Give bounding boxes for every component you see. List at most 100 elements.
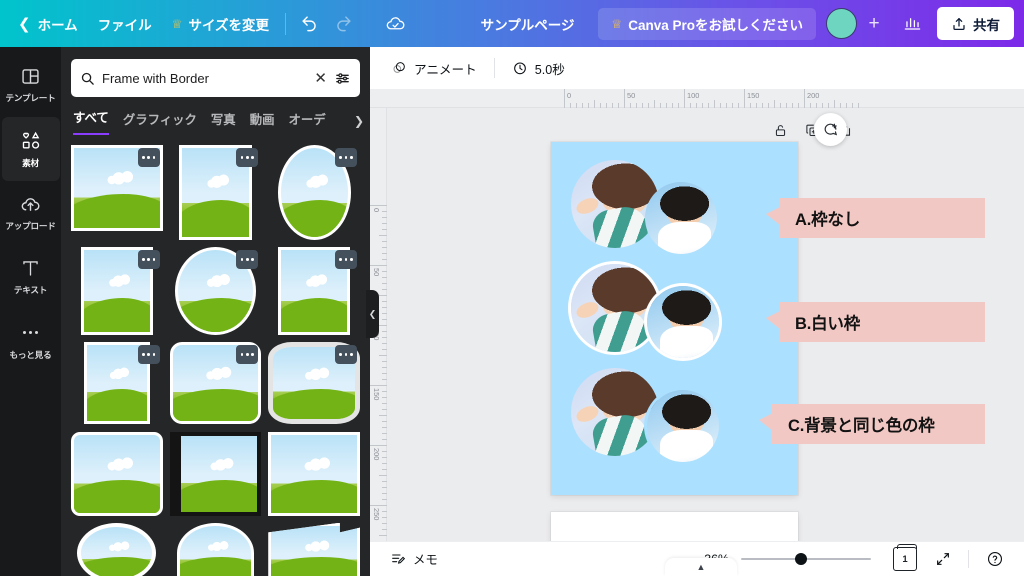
analytics-button[interactable]: [895, 7, 929, 41]
invite-members-button[interactable]: +: [859, 9, 889, 39]
photo-frame-c-boy[interactable]: [647, 390, 719, 462]
result-item[interactable]: [71, 145, 163, 240]
add-comment-button[interactable]: [814, 113, 847, 146]
toolbar-divider: [968, 550, 969, 568]
canvas-scroll-area[interactable]: A.枠なし B.白い枠 C.背景と同じ色の枠 ▲: [387, 108, 1024, 576]
design-page[interactable]: A.枠なし B.白い枠 C.背景と同じ色の枠: [551, 142, 985, 495]
ruler-tick-label: 50: [372, 268, 381, 277]
callout-c-label: C.背景と同じ色の枠: [788, 417, 935, 435]
more-dots-icon[interactable]: [334, 148, 357, 167]
result-item[interactable]: [170, 522, 262, 576]
ruler-minor-mark: [714, 100, 715, 108]
tab-photos[interactable]: 写真: [211, 110, 236, 135]
ruler-tick-label: 200: [372, 448, 381, 461]
collapse-pages-button[interactable]: ▲: [665, 558, 737, 576]
tab-all[interactable]: すべて: [73, 108, 109, 135]
close-icon[interactable]: ✕: [314, 71, 327, 86]
share-label: 共有: [973, 17, 1000, 33]
ruler-minor-mark: [379, 235, 387, 236]
share-upload-icon: [953, 17, 965, 30]
ruler-tick-label: 50: [627, 91, 636, 100]
more-dots-icon[interactable]: [137, 345, 160, 365]
sidebar-item-templates[interactable]: テンプレート: [2, 53, 60, 117]
undo-button[interactable]: [292, 7, 326, 41]
help-button[interactable]: [978, 546, 1012, 573]
duration-label: 5.0秒: [534, 62, 565, 77]
tab-videos[interactable]: 動画: [250, 110, 275, 135]
animate-button[interactable]: アニメート: [382, 53, 486, 83]
panel-collapse-button[interactable]: ❮: [366, 290, 379, 338]
photo-frame-a-girl[interactable]: [571, 160, 659, 248]
template-icon: [22, 69, 39, 84]
sidebar-label-more: もっと見る: [9, 349, 52, 360]
result-item[interactable]: [268, 522, 360, 576]
notes-button[interactable]: メモ: [382, 546, 446, 573]
more-dots-icon[interactable]: [137, 250, 160, 270]
ruler-minor-mark: [774, 100, 775, 108]
callout-c[interactable]: C.背景と同じ色の枠: [759, 404, 985, 444]
lock-page-button[interactable]: [768, 118, 792, 142]
panel-tabs: すべて グラフィック 写真 動画 オーディオ ❯: [61, 97, 370, 135]
ruler-minor-mark: [379, 475, 387, 476]
redo-button[interactable]: [326, 7, 360, 41]
duration-button[interactable]: 5.0秒: [503, 53, 574, 83]
search-input[interactable]: Frame with Border: [102, 71, 307, 86]
document-title[interactable]: サンプルページ: [471, 14, 585, 34]
result-item[interactable]: [268, 342, 360, 425]
more-dots-icon[interactable]: [334, 345, 357, 365]
photo-frame-a-boy[interactable]: [645, 182, 717, 254]
sidebar-item-more[interactable]: もっと見る: [2, 309, 60, 373]
share-button[interactable]: 共有: [937, 7, 1014, 40]
more-dots-icon[interactable]: [236, 250, 259, 270]
result-item[interactable]: [71, 522, 163, 576]
horizontal-ruler[interactable]: 0 50 100 150 200: [370, 89, 1024, 108]
chevron-up-icon: ▲: [696, 562, 706, 572]
photo-frame-c-girl[interactable]: [571, 368, 659, 456]
callout-b[interactable]: B.白い枠: [766, 302, 985, 342]
result-item[interactable]: [268, 247, 360, 336]
more-dots-icon[interactable]: [236, 148, 259, 167]
vertical-ruler[interactable]: 050100150200250300: [370, 108, 387, 576]
try-canva-pro-button[interactable]: ♕ Canva Proをお試しください: [598, 7, 816, 40]
result-item[interactable]: [169, 342, 262, 425]
cloud-saved-button[interactable]: [378, 7, 412, 41]
chevron-left-icon: ❮: [368, 308, 377, 319]
callout-a[interactable]: A.枠なし: [766, 198, 985, 238]
avatar[interactable]: [826, 8, 857, 39]
tab-audio[interactable]: オーディオ: [288, 110, 326, 135]
result-item[interactable]: [170, 145, 262, 240]
more-dots-icon[interactable]: [334, 250, 357, 270]
photo-frame-b-girl[interactable]: [571, 264, 659, 352]
ruler-major-mark: [370, 265, 387, 266]
file-menu-button[interactable]: ファイル: [88, 8, 162, 40]
fullscreen-button[interactable]: [927, 546, 959, 573]
result-item[interactable]: [170, 247, 262, 336]
sidebar-item-elements[interactable]: 素材: [1, 117, 60, 181]
more-dots-icon[interactable]: [236, 345, 259, 365]
more-dots-icon[interactable]: [137, 148, 160, 167]
ruler-major-mark: [564, 89, 565, 108]
sidebar-item-uploads[interactable]: アップロード: [2, 181, 60, 245]
pro-label: Canva Proをお試しください: [628, 17, 803, 33]
expand-icon: [937, 553, 949, 565]
sidebar-item-text[interactable]: テキスト: [2, 245, 60, 309]
resize-button[interactable]: ♕ サイズを変更: [162, 8, 279, 40]
chevron-right-icon[interactable]: ❯: [354, 114, 364, 128]
crown-icon: ♕: [611, 16, 623, 31]
tab-graphics[interactable]: グラフィック: [123, 110, 197, 135]
zoom-slider[interactable]: [741, 552, 871, 566]
more-dots-icon: [22, 322, 39, 344]
result-item[interactable]: [71, 431, 163, 516]
search-box[interactable]: Frame with Border ✕: [71, 59, 360, 97]
zoom-slider-knob[interactable]: [795, 553, 807, 565]
photo-frame-b-boy[interactable]: [647, 286, 719, 358]
home-button[interactable]: ❮ ホーム: [8, 8, 88, 40]
result-item[interactable]: [71, 247, 163, 336]
chevron-left-icon: ❮: [18, 15, 31, 33]
page-count-button[interactable]: 1: [893, 544, 917, 571]
result-item[interactable]: [268, 145, 360, 240]
result-item[interactable]: [169, 431, 262, 516]
result-item[interactable]: [268, 431, 360, 516]
result-item[interactable]: [71, 342, 163, 425]
elements-icon: [22, 131, 39, 149]
